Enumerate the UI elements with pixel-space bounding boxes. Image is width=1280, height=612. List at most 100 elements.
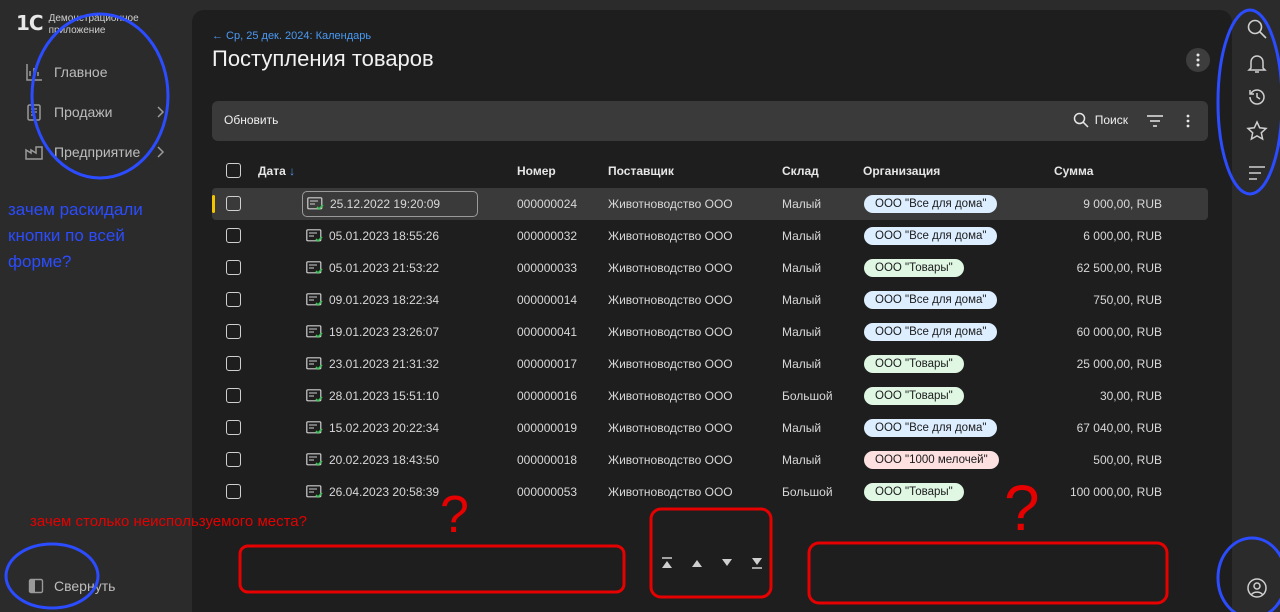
table-row[interactable]: 15.02.2023 20:22:34 000000019 Животноводст… [212,412,1208,444]
star-icon[interactable] [1246,120,1268,142]
row-supplier: Животноводство ООО [608,293,733,307]
row-date-cell[interactable]: 19.01.2023 23:26:07 [302,319,478,345]
sidebar-item-main[interactable]: Главное [24,52,174,92]
row-checkbox[interactable] [226,228,241,243]
row-checkbox[interactable] [226,356,241,371]
history-icon[interactable] [1246,86,1268,108]
row-warehouse: Малый [782,293,822,307]
row-date-cell[interactable]: 25.12.2022 19:20:09 [302,191,478,217]
table-row[interactable]: 28.01.2023 15:51:10 000000016 Животноводст… [212,380,1208,412]
sidebar-nav: Главное Продажи Предприятие [24,52,174,172]
annotation-blue-text: зачем раскидали кнопки по всей форме? [8,200,143,271]
column-warehouse[interactable]: Склад [782,164,819,178]
row-date: 05.01.2023 21:53:22 [329,261,440,275]
user-icon[interactable] [1246,577,1268,599]
search-button[interactable]: Поиск [1073,112,1128,128]
row-checkbox[interactable] [226,324,241,339]
row-warehouse: Малый [782,357,822,371]
organization-badge: ООО "Все для дома" [864,195,998,213]
row-checkbox[interactable] [226,292,241,307]
page-up-icon[interactable] [689,556,705,570]
page-last-icon[interactable] [749,556,765,570]
table-row[interactable]: 26.04.2023 20:58:39 000000053 Животноводст… [212,476,1208,508]
factory-icon [25,146,43,160]
table-row[interactable]: 05.01.2023 21:53:22 000000033 Животноводст… [212,252,1208,284]
table-row[interactable]: 25.12.2022 19:20:09 000000024 Животноводст… [212,188,1208,220]
app-logo[interactable]: 1С Демонстрационное приложение [16,12,159,37]
row-date-cell[interactable]: 05.01.2023 21:53:22 [302,255,478,281]
posted-document-icon [306,453,323,467]
row-warehouse: Большой [782,485,833,499]
posted-document-icon [306,421,323,435]
right-toolbar [1232,0,1280,612]
row-checkbox[interactable] [226,388,241,403]
row-supplier: Животноводство ООО [608,261,733,275]
row-date-cell[interactable]: 26.04.2023 20:58:39 [302,479,478,505]
row-date: 09.01.2023 18:22:34 [329,293,440,307]
row-date: 23.01.2023 21:31:32 [329,357,440,371]
more-vertical-icon [1196,53,1200,67]
row-number: 000000014 [517,293,578,307]
row-date-cell[interactable]: 23.01.2023 21:31:32 [302,351,478,377]
bell-icon[interactable] [1246,52,1268,74]
row-checkbox[interactable] [226,196,241,211]
organization-badge: ООО "Товары" [864,355,964,373]
column-supplier[interactable]: Поставщик [608,164,674,178]
breadcrumb[interactable]: ← Ср, 25 дек. 2024: Календарь [212,30,371,42]
row-number: 000000016 [517,389,578,403]
search-icon[interactable] [1246,18,1268,40]
pagination [652,548,772,578]
table-row[interactable]: 09.01.2023 18:22:34 000000014 Животноводст… [212,284,1208,316]
row-sum: 25 000,00, RUB [1076,357,1162,371]
row-sum: 67 040,00, RUB [1076,421,1162,435]
row-supplier: Животноводство ООО [608,229,733,243]
row-sum: 30,00, RUB [1099,389,1162,403]
page-down-icon[interactable] [719,556,735,570]
menu-lines-icon[interactable] [1246,162,1268,184]
row-number: 000000019 [517,421,578,435]
row-warehouse: Малый [782,261,822,275]
refresh-button[interactable]: Обновить [224,113,278,127]
collapse-button[interactable]: Свернуть [28,578,115,594]
annotation-red-text: зачем столько неиспользуемого места? [30,513,307,530]
sidebar-collapse-icon [28,578,44,594]
table-row[interactable]: 23.01.2023 21:31:32 000000017 Животноводст… [212,348,1208,380]
row-sum: 500,00, RUB [1093,453,1162,467]
app-name: Демонстрационное приложение [48,13,139,36]
row-checkbox[interactable] [226,260,241,275]
posted-document-icon [306,389,323,403]
row-checkbox[interactable] [226,420,241,435]
row-checkbox[interactable] [226,484,241,499]
column-number[interactable]: Номер [517,164,556,178]
sidebar-item-sales[interactable]: Продажи [24,92,174,132]
chart-icon [26,64,42,81]
row-date-cell[interactable]: 28.01.2023 15:51:10 [302,383,478,409]
search-label: Поиск [1094,113,1128,127]
table-row[interactable]: 20.02.2023 18:43:50 000000018 Животноводст… [212,444,1208,476]
organization-badge: ООО "Товары" [864,483,964,501]
row-supplier: Животноводство ООО [608,453,733,467]
row-checkbox[interactable] [226,452,241,467]
form-more-button[interactable] [1186,48,1210,72]
row-warehouse: Малый [782,229,822,243]
row-date-cell[interactable]: 09.01.2023 18:22:34 [302,287,478,313]
select-all-checkbox[interactable] [226,163,241,178]
column-date[interactable]: Дата ↓ [258,164,295,178]
table-row[interactable]: 19.01.2023 23:26:07 000000041 Животноводст… [212,316,1208,348]
row-date: 28.01.2023 15:51:10 [329,389,440,403]
filter-icon[interactable] [1146,113,1164,129]
column-sum[interactable]: Сумма [1054,164,1093,178]
organization-badge: ООО "Все для дома" [864,291,998,309]
more-vertical-icon[interactable] [1182,112,1194,130]
row-date-cell[interactable]: 20.02.2023 18:43:50 [302,447,478,473]
table-row[interactable]: 05.01.2023 18:55:26 000000032 Животноводст… [212,220,1208,252]
page-first-icon[interactable] [659,556,675,570]
row-number: 000000017 [517,357,578,371]
row-number: 000000018 [517,453,578,467]
receipt-icon [27,104,41,121]
row-date-cell[interactable]: 05.01.2023 18:55:26 [302,223,478,249]
column-organization[interactable]: Организация [863,164,940,178]
row-supplier: Животноводство ООО [608,325,733,339]
row-date-cell[interactable]: 15.02.2023 20:22:34 [302,415,478,441]
sidebar-item-enterprise[interactable]: Предприятие [24,132,174,172]
